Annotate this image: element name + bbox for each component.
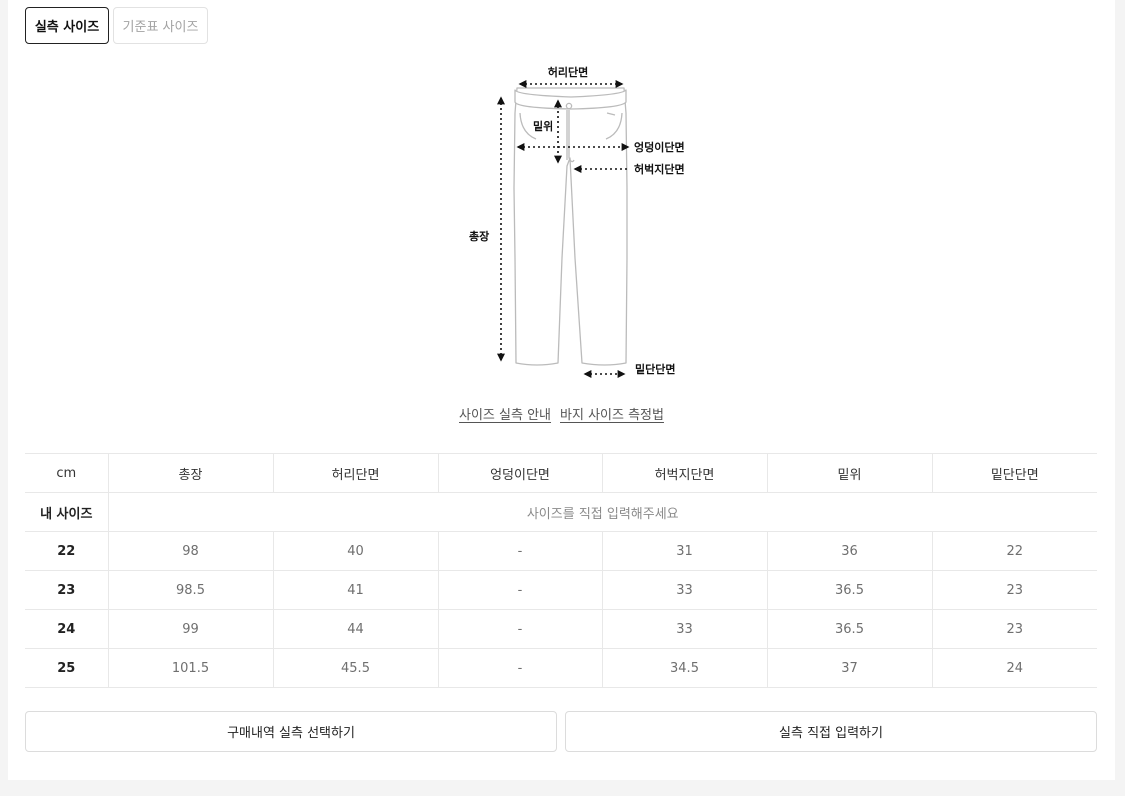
header-waist: 허리단면 <box>272 453 438 493</box>
value-cell: 23 <box>931 609 1097 649</box>
value-cell: 98.5 <box>107 570 273 610</box>
table-header-row: cm 총장 허리단면 엉덩이단면 허벅지단면 밑위 밑단단면 <box>25 453 1097 493</box>
value-cell: - <box>437 648 602 688</box>
value-cell: 36 <box>766 531 932 571</box>
pants-diagram: 허리단면 밑위 엉덩이단면 허벅지단면 총장 밑단단면 <box>448 58 708 388</box>
size-panel: 실측 사이즈 기준표 사이즈 허리단면 밑위 엉덩이단면 허벅지단면 총장 밑단… <box>8 0 1115 780</box>
table-row: 25 101.5 45.5 - 34.5 37 24 <box>25 648 1097 688</box>
pants-outline <box>513 87 628 366</box>
action-buttons: 구매내역 실측 선택하기 실측 직접 입력하기 <box>25 711 1097 752</box>
value-cell: 23 <box>931 570 1097 610</box>
header-thigh: 허벅지단면 <box>601 453 767 493</box>
value-cell: 98 <box>107 531 273 571</box>
size-tabs: 실측 사이즈 기준표 사이즈 <box>25 7 208 44</box>
rise-label: 밑위 <box>533 120 553 133</box>
value-cell: 31 <box>601 531 767 571</box>
size-cell: 23 <box>25 570 108 610</box>
value-cell: - <box>437 609 602 649</box>
value-cell: - <box>437 570 602 610</box>
table-row: 23 98.5 41 - 33 36.5 23 <box>25 570 1097 610</box>
value-cell: 36.5 <box>766 570 932 610</box>
pants-diagram-icon: 허리단면 밑위 엉덩이단면 허벅지단면 총장 밑단단면 <box>469 65 685 378</box>
value-cell: 34.5 <box>601 648 767 688</box>
hip-label: 엉덩이단면 <box>634 140 685 154</box>
value-cell: 33 <box>601 609 767 649</box>
value-cell: 22 <box>931 531 1097 571</box>
direct-input-measurement-button[interactable]: 실측 직접 입력하기 <box>565 711 1097 752</box>
value-cell: 99 <box>107 609 273 649</box>
thigh-label: 허벅지단면 <box>634 162 685 176</box>
hem-label: 밑단단면 <box>635 362 675 376</box>
value-cell: 36.5 <box>766 609 932 649</box>
my-size-input-prompt[interactable]: 사이즈를 직접 입력해주세요 <box>107 492 1097 532</box>
header-rise: 밑위 <box>766 453 932 493</box>
size-table: cm 총장 허리단면 엉덩이단면 허벅지단면 밑위 밑단단면 내 사이즈 사이즈… <box>25 453 1097 688</box>
value-cell: - <box>437 531 602 571</box>
header-hip: 엉덩이단면 <box>437 453 602 493</box>
value-cell: 33 <box>601 570 767 610</box>
waist-label: 허리단면 <box>548 65 588 79</box>
guide-links: 사이즈 실측 안내 바지 사이즈 측정법 <box>8 404 1115 423</box>
value-cell: 101.5 <box>107 648 273 688</box>
select-purchase-measurement-button[interactable]: 구매내역 실측 선택하기 <box>25 711 557 752</box>
table-row: 24 99 44 - 33 36.5 23 <box>25 609 1097 649</box>
unit-header: cm <box>25 453 108 493</box>
value-cell: 44 <box>272 609 438 649</box>
value-cell: 45.5 <box>272 648 438 688</box>
pants-measure-link[interactable]: 바지 사이즈 측정법 <box>560 404 664 423</box>
tab-actual-size[interactable]: 실측 사이즈 <box>25 7 109 44</box>
value-cell: 41 <box>272 570 438 610</box>
value-cell: 24 <box>931 648 1097 688</box>
value-cell: 37 <box>766 648 932 688</box>
my-size-row: 내 사이즈 사이즈를 직접 입력해주세요 <box>25 492 1097 532</box>
size-cell: 22 <box>25 531 108 571</box>
header-length: 총장 <box>107 453 273 493</box>
size-guide-link[interactable]: 사이즈 실측 안내 <box>459 404 551 423</box>
table-row: 22 98 40 - 31 36 22 <box>25 531 1097 571</box>
length-label: 총장 <box>469 229 489 243</box>
my-size-label: 내 사이즈 <box>25 492 108 532</box>
size-cell: 24 <box>25 609 108 649</box>
tab-standard-size[interactable]: 기준표 사이즈 <box>113 7 208 44</box>
header-hem: 밑단단면 <box>931 453 1097 493</box>
size-cell: 25 <box>25 648 108 688</box>
value-cell: 40 <box>272 531 438 571</box>
